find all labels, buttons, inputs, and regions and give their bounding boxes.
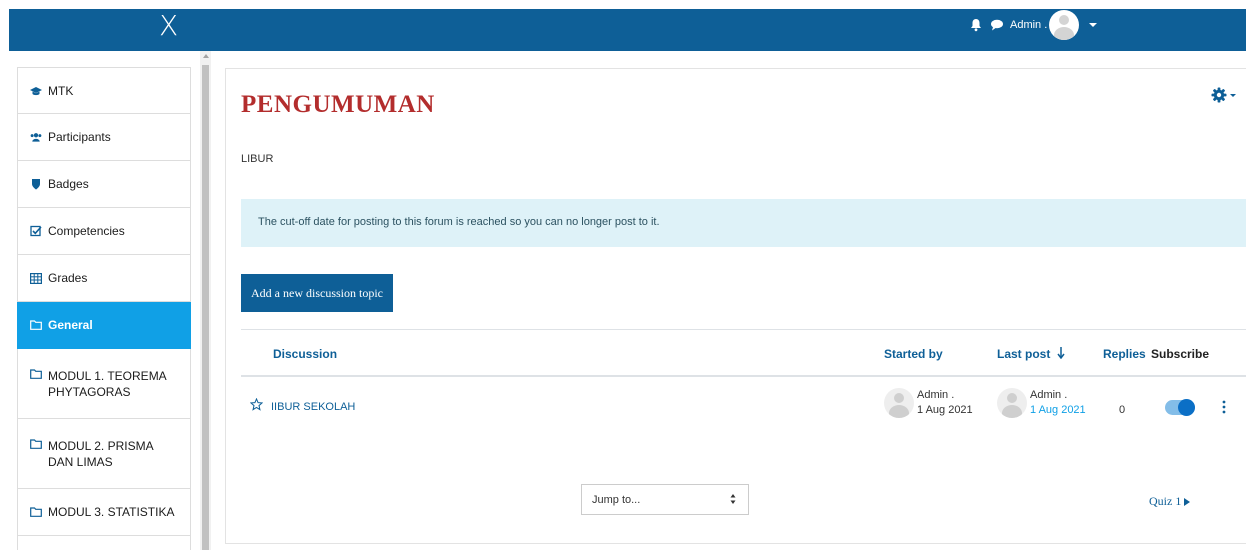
star-icon[interactable] — [250, 398, 263, 411]
sidebar-item-modul-2[interactable]: MODUL 2. PRISMA DAN LIMAS — [17, 419, 191, 489]
user-menu-caret-icon[interactable] — [1089, 23, 1098, 27]
sidebar-item-mtk[interactable]: MTK — [17, 67, 191, 114]
select-arrows-icon — [730, 494, 736, 504]
sidebar-item-participants[interactable]: Participants — [17, 114, 191, 161]
bell-icon[interactable] — [969, 18, 983, 32]
kebab-menu-icon[interactable] — [1221, 400, 1227, 414]
course-nav: MTK Participants Badges Competencies Gra… — [17, 67, 191, 550]
forum-description: LIBUR — [241, 153, 274, 165]
jump-to-label: Jump to... — [592, 494, 641, 506]
users-icon — [30, 131, 42, 143]
folder-icon — [30, 438, 42, 450]
add-discussion-button[interactable]: Add a new discussion topic — [241, 274, 393, 312]
checkbox-icon — [30, 225, 42, 237]
jump-to-select[interactable]: Jump to... — [581, 484, 749, 515]
folder-icon — [30, 506, 42, 518]
last-post-date-link[interactable]: 1 Aug 2021 — [1030, 403, 1086, 418]
toggle-knob — [1178, 399, 1195, 416]
started-by-info: Admin . 1 Aug 2021 — [917, 388, 973, 418]
folder-icon — [30, 368, 42, 380]
started-by-cell: Admin . 1 Aug 2021 — [884, 388, 973, 418]
sidebar-item-label: MODUL 3. STATISTIKA — [48, 505, 175, 519]
started-by-date: 1 Aug 2021 — [917, 404, 973, 416]
sidebar-item-general[interactable]: General — [17, 302, 191, 349]
chevron-down-icon — [1230, 93, 1236, 97]
column-header-last-post[interactable]: Last post — [997, 347, 1065, 361]
last-post-cell: Admin . 1 Aug 2021 — [997, 388, 1086, 418]
sidebar-item-modul-1[interactable]: MODUL 1. TEOREMA PHYTAGORAS — [17, 349, 191, 419]
folder-icon — [30, 319, 42, 331]
sidebar-item-partial[interactable] — [17, 536, 191, 550]
user-area: Admin . — [969, 9, 1098, 41]
avatar[interactable] — [1049, 10, 1080, 40]
started-by-name[interactable]: Admin . — [917, 388, 973, 403]
sidebar-item-badges[interactable]: Badges — [17, 161, 191, 208]
sidebar-item-label: General — [48, 318, 93, 332]
table-row: IIBUR SEKOLAH Admin . 1 Aug 2021 Admin .… — [241, 377, 1246, 439]
last-post-label: Last post — [997, 347, 1051, 361]
avatar[interactable] — [997, 388, 1027, 418]
last-post-name[interactable]: Admin . — [1030, 388, 1086, 403]
sidebar-item-label: Grades — [48, 271, 88, 285]
cutoff-alert: The cut-off date for posting to this for… — [241, 199, 1246, 247]
sidebar-item-label: MODUL 2. PRISMA DAN LIMAS — [48, 438, 153, 469]
column-header-replies[interactable]: Replies — [1103, 347, 1146, 361]
user-name[interactable]: Admin . — [1010, 19, 1047, 31]
main-region: PENGUMUMAN LIBUR The cut-off date for po… — [225, 68, 1246, 544]
column-header-subscribe: Subscribe — [1151, 347, 1210, 361]
top-navbar: X Admin . — [9, 9, 1246, 51]
sidebar-item-competencies[interactable]: Competencies — [17, 208, 191, 255]
sidebar-item-grades[interactable]: Grades — [17, 255, 191, 302]
graduation-cap-icon — [30, 85, 42, 97]
sort-down-arrow-icon — [1057, 347, 1065, 360]
next-activity-label: Quiz 1 — [1149, 494, 1182, 508]
discussion-topic-link[interactable]: IIBUR SEKOLAH — [271, 401, 355, 413]
nav-drawer: MTK Participants Badges Competencies Gra… — [9, 51, 211, 550]
sidebar-item-label: Participants — [48, 130, 111, 144]
avatar[interactable] — [884, 388, 914, 418]
sidebar-scrollbar[interactable] — [200, 51, 211, 550]
sidebar-item-label: MTK — [48, 83, 74, 98]
close-drawer-button[interactable]: X — [159, 11, 178, 41]
chat-icon[interactable] — [990, 19, 1004, 31]
table-icon — [30, 272, 42, 284]
shield-icon — [30, 178, 42, 190]
sidebar-item-modul-3[interactable]: MODUL 3. STATISTIKA — [17, 489, 191, 536]
sidebar-item-label: Competencies — [48, 224, 125, 238]
replies-count[interactable]: 0 — [1119, 404, 1125, 416]
play-right-icon — [1184, 497, 1191, 506]
page-title: PENGUMUMAN — [241, 91, 435, 118]
discussion-table-header: Discussion Started by Last post Replies … — [241, 329, 1246, 377]
settings-menu[interactable] — [1211, 85, 1237, 105]
next-activity-link[interactable]: Quiz 1 — [1149, 494, 1191, 509]
sidebar-item-label: MODUL 1. TEOREMA PHYTAGORAS — [48, 368, 167, 399]
last-post-info: Admin . 1 Aug 2021 — [1030, 388, 1086, 418]
sidebar-item-label: Badges — [48, 177, 89, 191]
scrollbar-thumb[interactable] — [202, 65, 209, 550]
subscribe-toggle[interactable] — [1165, 399, 1195, 416]
gear-icon[interactable] — [1211, 87, 1227, 103]
scroll-up-arrow-icon[interactable] — [203, 54, 209, 58]
column-header-discussion[interactable]: Discussion — [273, 347, 337, 361]
column-header-started-by[interactable]: Started by — [884, 347, 943, 361]
